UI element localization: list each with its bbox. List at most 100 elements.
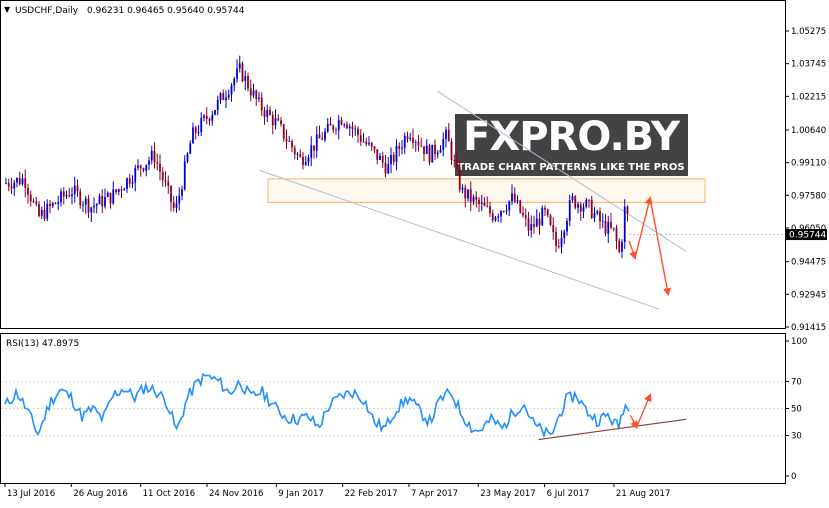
candle-body	[150, 150, 153, 161]
candle-body	[181, 189, 183, 196]
candle-body	[214, 110, 216, 115]
candle-body	[318, 134, 321, 139]
candle-body	[359, 135, 362, 142]
candle-body	[269, 109, 271, 115]
candle-body	[252, 90, 255, 96]
rsi-tick-label: 50	[791, 405, 802, 415]
candle-body	[431, 144, 434, 163]
candle-body	[555, 232, 557, 246]
candle-body	[508, 201, 511, 211]
candle-body	[211, 114, 214, 121]
candle-body	[241, 63, 244, 82]
candle-body	[475, 196, 478, 200]
candle-body	[128, 178, 131, 184]
candle-body	[16, 178, 18, 183]
price-tick-label: 0.91415	[791, 323, 826, 333]
candle-body	[321, 138, 324, 140]
resistance-zone	[267, 178, 706, 203]
candle-body	[183, 161, 186, 190]
candle-body	[351, 126, 354, 129]
candle-body	[106, 192, 109, 197]
candle-body	[186, 153, 189, 162]
candle-body	[68, 194, 71, 197]
candle-body	[131, 182, 134, 184]
candle-body	[203, 115, 205, 118]
candle-body	[577, 204, 579, 208]
candle-body	[79, 191, 82, 206]
candle-body	[390, 154, 392, 165]
candle-body	[139, 165, 142, 169]
candle-body	[38, 204, 40, 216]
candle-body	[332, 125, 335, 130]
candle-body	[266, 109, 269, 117]
watermark-tagline: TRADE CHART PATTERNS LIKE THE PROS	[457, 162, 684, 173]
candle-body	[530, 224, 533, 231]
candle-body	[381, 155, 384, 163]
price-tick-label: 0.99110	[791, 159, 826, 169]
candle-body	[109, 192, 112, 204]
candle-body	[442, 139, 445, 150]
candle-body	[238, 63, 241, 69]
candle-body	[384, 162, 387, 174]
candle-body	[117, 189, 120, 192]
candle-body	[502, 211, 505, 212]
candle-body	[538, 218, 541, 226]
candle-body	[453, 160, 456, 161]
candle-body	[145, 164, 148, 171]
candle-body	[335, 129, 337, 131]
candle-body	[27, 187, 29, 195]
candle-body	[189, 143, 192, 154]
rsi-tick-label: 0	[791, 472, 796, 482]
candle-body	[324, 131, 326, 140]
candle-body	[170, 185, 172, 203]
candle-body	[456, 160, 458, 167]
candle-body	[271, 114, 274, 126]
candle-body	[478, 199, 480, 205]
candle-body	[414, 142, 417, 143]
candle-body	[579, 204, 582, 212]
time-tick-label: 23 May 2017	[480, 489, 535, 499]
candle-body	[49, 203, 51, 207]
candle-body	[161, 171, 164, 181]
candle-body	[280, 120, 282, 125]
candle-body	[65, 194, 68, 197]
candle-body	[274, 118, 277, 126]
candle-body	[599, 211, 601, 222]
candle-body	[164, 180, 167, 182]
ohlc-values: 0.96231 0.96465 0.95640 0.95744	[87, 6, 245, 16]
candle-body	[368, 142, 370, 145]
time-tick-label: 21 Aug 2017	[616, 489, 670, 499]
rsi-tick-label: 30	[791, 432, 802, 442]
candle-body	[115, 189, 117, 192]
price-tick-label: 1.05275	[791, 27, 826, 37]
rsi-tick-label: 100	[791, 337, 807, 347]
candle-body	[621, 241, 623, 252]
candle-body	[557, 245, 560, 248]
candle-body	[373, 146, 376, 150]
candle-body	[409, 137, 412, 139]
candle-body	[626, 206, 629, 214]
candle-body	[549, 215, 552, 225]
candle-body	[54, 202, 57, 204]
candle-body	[93, 205, 95, 208]
collapse-arrow-icon[interactable]: ▼	[4, 5, 11, 14]
candle-body	[392, 154, 395, 162]
candle-body	[172, 202, 175, 208]
rsi-axis: 100 70 50 30 0	[785, 337, 807, 482]
candle-body	[387, 164, 390, 174]
candle-body	[247, 76, 249, 89]
candle-body	[486, 205, 489, 207]
time-tick-label: 9 Jan 2017	[278, 489, 324, 499]
candle-body	[148, 160, 150, 165]
candle-body	[447, 129, 450, 142]
candle-body	[307, 157, 310, 162]
candle-body	[480, 202, 483, 205]
candle-body	[343, 124, 346, 126]
candle-body	[216, 99, 219, 111]
candle-body	[395, 145, 398, 162]
candle-body	[417, 142, 420, 146]
candle-body	[401, 147, 403, 149]
candle-body	[156, 162, 159, 164]
candle-body	[357, 128, 359, 136]
candle-body	[420, 145, 423, 147]
